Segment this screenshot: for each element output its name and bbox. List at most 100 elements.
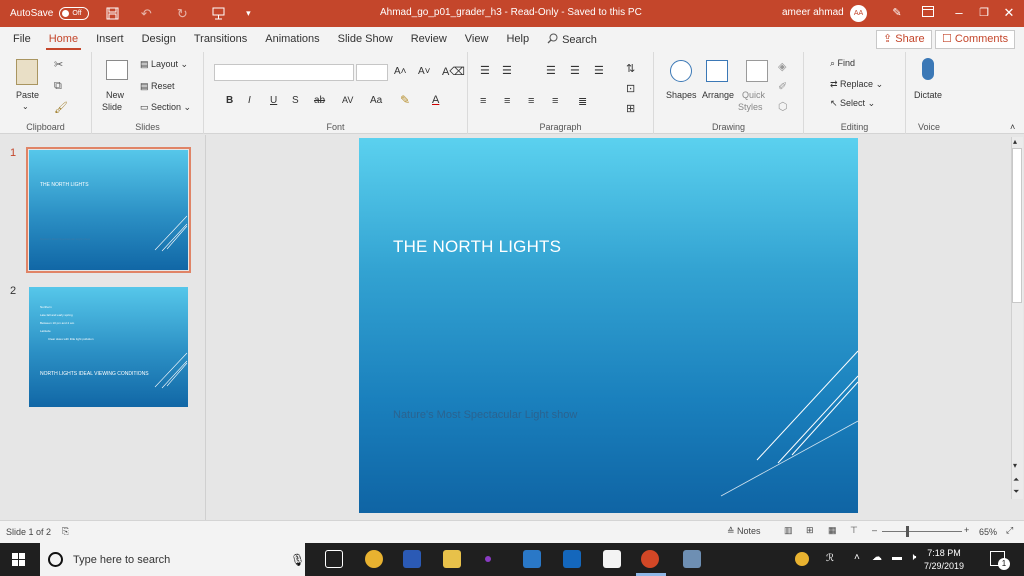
numbering-icon[interactable]: ☰ [502,64,512,77]
start-from-beginning-icon[interactable] [209,5,227,23]
font-size-combo[interactable] [356,64,388,81]
slide-thumbnail-1[interactable]: THE NORTH LIGHTS Nature's Most Spectacul… [26,147,191,273]
copy-icon[interactable]: ⧉ [54,80,62,93]
character-spacing-icon[interactable]: AV [342,95,353,105]
store-icon[interactable] [603,550,621,568]
smartart-icon[interactable]: ⊞ [626,102,635,115]
undo-icon[interactable]: ↶ [137,5,155,23]
section-button[interactable]: ▭ Section ⌄ [140,102,191,113]
tab-slide-show[interactable]: Slide Show [329,27,402,52]
tab-home[interactable]: Home [40,27,87,52]
cut-icon[interactable]: ✂ [54,58,63,71]
arrange-label[interactable]: Arrange [702,90,734,100]
underline-icon[interactable]: U [270,95,277,106]
line-spacing-icon[interactable]: ☰ [594,64,604,77]
slide-sorter-icon[interactable]: ⊞ [806,525,814,536]
find-button[interactable]: ⌕ Find [830,58,855,69]
file-explorer-icon[interactable] [443,550,461,568]
microphone-icon[interactable]: 🎙 [290,553,305,567]
replace-button[interactable]: ⇄ Replace ⌄ [830,79,883,90]
scrollbar-thumb[interactable] [1012,148,1022,303]
paint-icon[interactable] [683,550,701,568]
previous-slide-icon[interactable]: ⏶ [1013,475,1019,485]
new-slide-label-1[interactable]: New [106,90,124,100]
network-app-icon[interactable] [523,550,541,568]
next-slide-icon[interactable]: ⏷ [1013,487,1019,497]
shape-outline-icon[interactable]: ✐ [778,80,787,93]
pen-icon[interactable]: ✎ [888,4,906,22]
slide-thumbnail-2[interactable]: Northern Late fall and early spring Betw… [29,287,188,407]
format-painter-icon[interactable]: 🖌 [54,101,68,114]
paste-icon[interactable] [16,59,38,85]
task-view-icon[interactable] [325,550,343,568]
customize-toolbar-icon[interactable]: ▾ [239,5,257,23]
zoom-out-icon[interactable]: – [872,525,877,535]
minimize-icon[interactable]: – [950,4,968,22]
quick-styles-label-1[interactable]: Quick [742,90,765,100]
shape-fill-icon[interactable]: ◈ [778,60,786,73]
zoom-in-icon[interactable]: + [964,525,969,535]
reset-button[interactable]: ▤ Reset [140,81,175,92]
word-icon[interactable] [403,550,421,568]
reading-view-icon[interactable]: ▦ [828,525,837,536]
layout-button[interactable]: ▤ Layout ⌄ [140,59,188,70]
quick-styles-label-2[interactable]: Styles [738,102,763,112]
notes-button[interactable]: ≙ Notes [727,526,761,537]
user-name[interactable]: ameer ahmad [782,7,844,18]
shadow-icon[interactable]: S [292,95,299,106]
columns-icon[interactable]: ≣ [578,95,587,108]
normal-view-icon[interactable]: ▥ [784,525,793,536]
text-direction-icon[interactable]: ⇅ [626,62,635,75]
paste-button[interactable]: Paste [16,90,39,100]
increase-font-icon[interactable]: A˄ [394,66,407,77]
tab-file[interactable]: File [4,27,40,52]
align-center-icon[interactable]: ≡ [504,95,510,107]
align-right-icon[interactable]: ≡ [528,95,534,107]
slide-canvas[interactable]: THE NORTH LIGHTS Nature's Most Spectacul… [359,138,858,513]
tab-review[interactable]: Review [402,27,456,52]
onedrive-icon[interactable]: ☁ [872,552,882,563]
clear-formatting-icon[interactable]: A⌫ [442,65,465,78]
slideshow-view-icon[interactable]: ⊤ [850,525,858,536]
shape-effects-icon[interactable]: ⬡ [778,100,788,113]
tab-view[interactable]: View [456,27,498,52]
autosave-toggle[interactable]: Off [59,7,90,20]
decrease-indent-icon[interactable]: ☰ [546,64,556,77]
outlook-icon[interactable] [563,550,581,568]
powerpoint-icon[interactable] [641,550,659,568]
people-icon[interactable]: ℛ [826,553,834,564]
paste-dropdown-icon[interactable]: ⌄ [22,102,29,111]
font-name-combo[interactable] [214,64,354,81]
tray-overflow-icon[interactable]: ˄ [854,552,860,563]
tab-help[interactable]: Help [497,27,538,52]
windows-start-icon[interactable] [12,553,25,569]
zoom-level[interactable]: 65% [979,527,997,537]
share-button[interactable]: ⇪ Share [876,30,932,49]
microphone-icon[interactable] [922,58,934,80]
scroll-up-icon[interactable]: ▴ [1013,137,1017,146]
action-center-icon[interactable]: 1 [990,551,1010,570]
save-icon[interactable] [103,5,121,23]
volume-icon[interactable]: 🕨 [910,552,916,563]
align-left-icon[interactable]: ≡ [480,95,486,107]
autosave[interactable]: AutoSave Off [10,7,90,20]
restore-icon[interactable]: ❐ [975,4,993,22]
clock[interactable]: 7:18 PM 7/29/2019 [924,547,964,573]
fit-to-window-icon[interactable]: ⤢ [1006,525,1013,536]
help-tray-icon[interactable] [795,552,809,566]
arrange-icon[interactable] [706,60,728,82]
shapes-label[interactable]: Shapes [666,90,697,100]
dictate-label[interactable]: Dictate [914,90,942,100]
tab-insert[interactable]: Insert [87,27,133,52]
new-slide-icon[interactable] [106,60,128,80]
bullets-icon[interactable]: ☰ [480,64,490,77]
new-slide-label-2[interactable]: Slide [102,102,122,112]
scroll-down-icon[interactable]: ▾ [1013,461,1017,470]
zoom-slider[interactable] [882,531,962,532]
align-text-icon[interactable]: ⊡ [626,82,635,95]
tab-transitions[interactable]: Transitions [185,27,256,52]
tab-design[interactable]: Design [133,27,185,52]
tab-animations[interactable]: Animations [256,27,328,52]
zoom-slider-thumb[interactable] [906,526,909,537]
strikethrough-icon[interactable]: ab [314,95,325,106]
